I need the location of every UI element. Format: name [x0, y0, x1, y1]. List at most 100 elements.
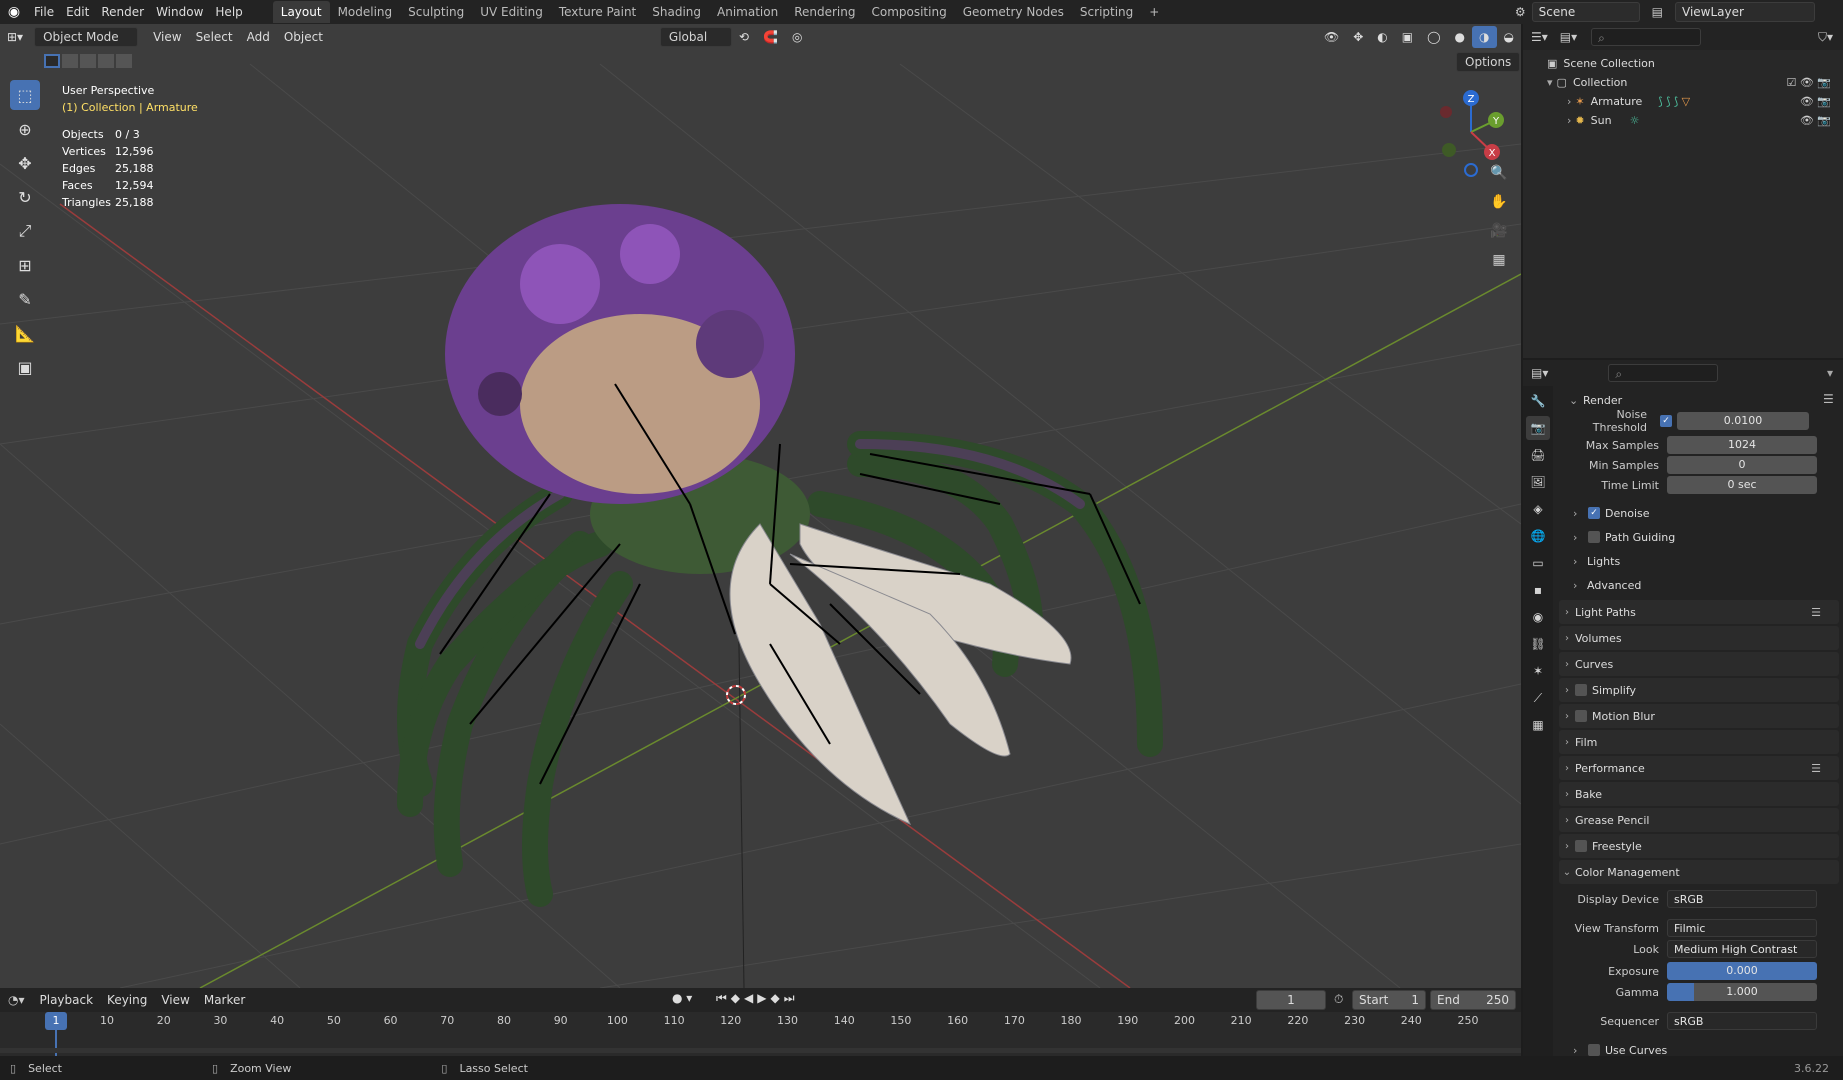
select-intersect-icon[interactable] — [116, 54, 132, 68]
camera-view-icon[interactable]: 🎥 — [1486, 218, 1512, 244]
pan-hand-icon[interactable]: ✋ — [1486, 189, 1512, 215]
current-frame-field[interactable]: 1 — [1256, 990, 1326, 1010]
min-samples-field[interactable]: 0 — [1667, 456, 1817, 474]
panel-grease-pencil[interactable]: › Grease Pencil — [1559, 808, 1839, 832]
gizmo-toggle-icon[interactable]: ✥ — [1346, 26, 1370, 48]
overlay-toggle-icon[interactable]: ◐ — [1370, 26, 1394, 48]
object-data-tab-icon[interactable]: ✶ — [1526, 659, 1550, 683]
tab-animation[interactable]: Animation — [709, 1, 786, 23]
lights-subpanel[interactable]: › Lights — [1573, 551, 1620, 571]
tab-layout[interactable]: Layout — [272, 1, 330, 23]
view-layer-tab-icon[interactable]: 🖼 — [1526, 470, 1550, 494]
use-curves-checkbox[interactable] — [1588, 1044, 1600, 1056]
outliner-sun[interactable]: › ✹ Sun ☼ 👁 📷 — [1523, 111, 1843, 130]
properties-editor-icon[interactable]: ▤▾ — [1531, 366, 1548, 380]
record-icon[interactable]: ● ▾ — [672, 991, 692, 1005]
constraints-tab-icon[interactable]: ⛓ — [1526, 632, 1550, 656]
menu-help[interactable]: Help — [209, 0, 248, 24]
panel-color-management[interactable]: ⌄ Color Management — [1559, 860, 1839, 884]
tab-compositing[interactable]: Compositing — [863, 1, 954, 23]
tab-rendering[interactable]: Rendering — [786, 1, 863, 23]
render-tab-icon[interactable]: 📷 — [1526, 416, 1550, 440]
select-box-icon[interactable]: ⬚ — [10, 80, 40, 110]
start-frame-field[interactable]: Start 1 — [1352, 990, 1426, 1010]
sun-visibility-icons[interactable]: 👁 📷 — [1800, 111, 1831, 130]
wireframe-shading-icon[interactable]: ◯ — [1420, 26, 1447, 48]
noise-threshold-field[interactable]: 0.0100 — [1677, 412, 1809, 430]
menu-view[interactable]: View — [146, 26, 188, 48]
max-samples-field[interactable]: 1024 — [1667, 436, 1817, 454]
mode-dropdown[interactable]: Object Mode — [34, 27, 139, 47]
list-icon[interactable]: ☰ — [1823, 392, 1834, 406]
ortho-toggle-icon[interactable]: ▦ — [1486, 247, 1512, 273]
tab-modeling[interactable]: Modeling — [330, 1, 401, 23]
rendered-shading-icon[interactable]: ◒ — [1497, 26, 1521, 48]
collection-tab-icon[interactable]: ▭ — [1526, 551, 1550, 575]
menu-select[interactable]: Select — [189, 26, 240, 48]
menu-marker[interactable]: Marker — [197, 989, 252, 1011]
motion-blur-checkbox[interactable] — [1575, 710, 1587, 722]
path-guiding-subpanel[interactable]: › Path Guiding — [1573, 527, 1675, 547]
view-transform-dropdown[interactable]: Filmic — [1667, 919, 1817, 937]
cursor-tool-icon[interactable]: ⊕ — [10, 114, 40, 144]
panel-performance[interactable]: › Performance ☰ — [1559, 756, 1839, 780]
noise-threshold-checkbox[interactable]: ✓ — [1660, 415, 1672, 427]
options-button[interactable]: Options — [1456, 52, 1521, 72]
view-layer-field[interactable]: ViewLayer — [1675, 2, 1815, 22]
menu-edit[interactable]: Edit — [60, 0, 95, 24]
outliner-editor-icon[interactable]: ☰▾ — [1531, 30, 1548, 44]
end-frame-field[interactable]: End 250 — [1430, 990, 1516, 1010]
menu-timeline-view[interactable]: View — [154, 989, 196, 1011]
measure-tool-icon[interactable]: 📐 — [10, 318, 40, 348]
add-workspace-button[interactable]: + — [1141, 1, 1167, 23]
menu-keying[interactable]: Keying — [100, 989, 154, 1011]
object-tab-icon[interactable]: ▪ — [1526, 578, 1550, 602]
tab-texture-paint[interactable]: Texture Paint — [551, 1, 644, 23]
panel-curves[interactable]: › Curves — [1559, 652, 1839, 676]
panel-bake[interactable]: › Bake — [1559, 782, 1839, 806]
add-cube-tool-icon[interactable]: ▣ — [10, 352, 40, 382]
freestyle-checkbox[interactable] — [1575, 840, 1587, 852]
output-tab-icon[interactable]: 🖨 — [1526, 443, 1550, 467]
panel-simplify[interactable]: › Simplify — [1559, 678, 1839, 702]
sun-data-icon[interactable]: ☼ — [1630, 111, 1640, 130]
outliner-armature[interactable]: › ✶ Armature ⟆ ⟆ ⟆ ▽ 👁 📷 — [1523, 92, 1843, 111]
outliner-scene-collection[interactable]: ▣ Scene Collection — [1523, 54, 1843, 73]
chevron-right-icon[interactable]: › — [1567, 111, 1571, 130]
rotate-tool-icon[interactable]: ↻ — [10, 182, 40, 212]
menu-file[interactable]: File — [28, 0, 60, 24]
render-subpanel-header[interactable]: ⌄ Render — [1569, 390, 1622, 410]
gamma-slider[interactable]: 1.000 — [1667, 983, 1817, 1001]
view-layer-icon[interactable]: ▤ — [1640, 5, 1675, 19]
select-subtract-icon[interactable] — [80, 54, 96, 68]
filter-icon[interactable]: ⛉▾ — [1818, 30, 1833, 45]
panel-volumes[interactable]: › Volumes — [1559, 626, 1839, 650]
menu-window[interactable]: Window — [150, 0, 209, 24]
annotate-tool-icon[interactable]: ✎ — [10, 284, 40, 314]
tab-uv-editing[interactable]: UV Editing — [472, 1, 551, 23]
3d-viewport[interactable]: ⊞▾ Object Mode View Select Add Object Gl… — [0, 24, 1521, 988]
select-extend-icon[interactable] — [62, 54, 78, 68]
tab-scripting[interactable]: Scripting — [1072, 1, 1141, 23]
armature-data-icons[interactable]: ⟆ ⟆ ⟆ ▽ — [1658, 92, 1690, 111]
tool-tab-icon[interactable]: 🔧 — [1526, 389, 1550, 413]
bone-tab-icon[interactable]: ⟋ — [1526, 686, 1550, 710]
tab-geometry-nodes[interactable]: Geometry Nodes — [955, 1, 1072, 23]
timeline-scrollbar[interactable] — [0, 1048, 1521, 1053]
look-dropdown[interactable]: Medium High Contrast — [1667, 940, 1817, 958]
panel-motion-blur[interactable]: › Motion Blur — [1559, 704, 1839, 728]
snap-icon[interactable]: 🧲 — [756, 26, 785, 48]
world-tab-icon[interactable]: 🌐 — [1526, 524, 1550, 548]
display-device-dropdown[interactable]: sRGB — [1667, 890, 1817, 908]
menu-object[interactable]: Object — [277, 26, 330, 48]
timeline-editor-icon[interactable]: ◔▾ — [0, 993, 33, 1007]
menu-render[interactable]: Render — [95, 0, 150, 24]
exposure-slider[interactable]: 0.000 — [1667, 962, 1817, 980]
advanced-subpanel[interactable]: › Advanced — [1573, 575, 1641, 595]
menu-add[interactable]: Add — [240, 26, 277, 48]
transform-tool-icon[interactable]: ⊞ — [10, 250, 40, 280]
panel-freestyle[interactable]: › Freestyle — [1559, 834, 1839, 858]
scene-field[interactable]: Scene — [1531, 2, 1640, 22]
denoise-subpanel[interactable]: › ✓ Denoise — [1573, 503, 1650, 523]
transform-orientation-dropdown[interactable]: Global — [659, 27, 732, 47]
